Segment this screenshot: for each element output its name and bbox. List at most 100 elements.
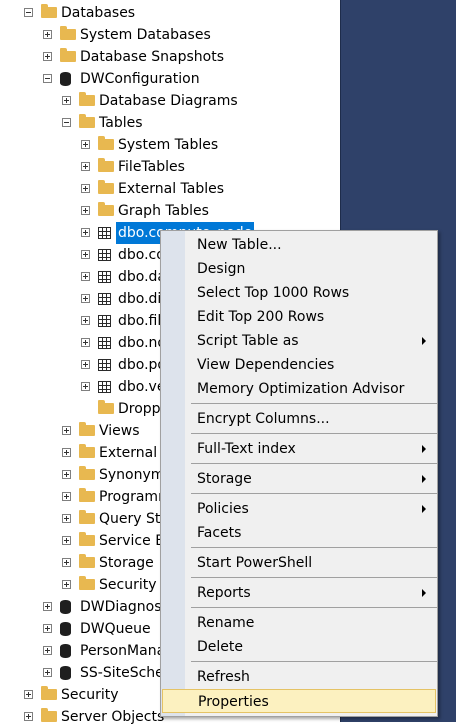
folder-icon [60,48,76,62]
expand-icon[interactable] [81,184,90,193]
tree-node-database-snapshots[interactable]: Database Snapshots [0,46,340,68]
table-icon [98,381,111,393]
tree-node-label: Tables [99,115,143,131]
folder-icon [98,400,114,414]
submenu-arrow-icon [422,445,426,453]
expand-icon[interactable] [81,272,90,281]
tree-node-database-diagrams[interactable]: Database Diagrams [0,90,340,112]
folder-icon [79,576,95,590]
submenu-arrow-icon [422,589,426,597]
menu-item-label: Start PowerShell [197,555,313,571]
tree-node-label: Storage [99,555,154,571]
table-icon [98,315,111,327]
menu-item-label: Facets [197,525,242,541]
expand-icon[interactable] [24,712,33,721]
folder-icon [60,26,76,40]
menu-item-start-powershell[interactable]: Start PowerShell [162,551,436,575]
menu-item-facets[interactable]: Facets [162,521,436,545]
tree-node-label: Synonym [99,467,165,483]
collapse-icon[interactable] [62,118,71,127]
expand-icon[interactable] [81,140,90,149]
menu-item-full-text-index[interactable]: Full-Text index [162,437,436,461]
expand-icon[interactable] [81,382,90,391]
tree-node-filetables[interactable]: FileTables [0,156,340,178]
expand-icon[interactable] [81,360,90,369]
expand-icon[interactable] [81,250,90,259]
collapse-icon[interactable] [24,8,33,17]
tree-node-system-tables[interactable]: System Tables [0,134,340,156]
expand-icon[interactable] [43,668,52,677]
expand-icon[interactable] [62,580,71,589]
expand-icon[interactable] [43,602,52,611]
expand-icon[interactable] [43,624,52,633]
expand-icon[interactable] [62,426,71,435]
tree-node-tables[interactable]: Tables [0,112,340,134]
menu-item-properties[interactable]: Properties [162,689,436,713]
menu-item-label: Policies [197,501,249,517]
database-icon [60,72,71,86]
tree-node-databases[interactable]: Databases [0,2,340,24]
tree-node-label: DWConfiguration [80,71,200,87]
menu-item-select-top-1000-rows[interactable]: Select Top 1000 Rows [162,281,436,305]
tree-node-label: SS-SiteSche [80,665,164,681]
menu-item-script-table-as[interactable]: Script Table as [162,329,436,353]
tree-node-external-tables[interactable]: External Tables [0,178,340,200]
menu-separator [191,547,437,548]
folder-icon [79,114,95,128]
menu-separator [191,403,437,404]
expand-icon[interactable] [62,448,71,457]
menu-item-label: Storage [197,471,252,487]
menu-separator [191,463,437,464]
table-icon [98,293,111,305]
expand-icon[interactable] [62,492,71,501]
expand-icon[interactable] [62,536,71,545]
tree-node-label: Graph Tables [118,203,209,219]
expand-icon[interactable] [43,646,52,655]
collapse-icon[interactable] [43,74,52,83]
menu-item-label: Select Top 1000 Rows [197,285,350,301]
tree-node-label: dbo.di [118,291,162,307]
menu-item-delete[interactable]: Delete [162,635,436,659]
menu-item-memory-optimization-advisor[interactable]: Memory Optimization Advisor [162,377,436,401]
tree-node-label: dbo.no [118,335,166,351]
expand-icon[interactable] [81,316,90,325]
expand-icon[interactable] [81,206,90,215]
menu-item-reports[interactable]: Reports [162,581,436,605]
folder-icon [98,136,114,150]
tree-node-label: dbo.co [118,247,165,263]
tree-node-label: Dropp [118,401,161,417]
expand-icon[interactable] [62,514,71,523]
menu-item-refresh[interactable]: Refresh [162,665,436,689]
expand-icon[interactable] [43,30,52,39]
menu-item-policies[interactable]: Policies [162,497,436,521]
expand-icon[interactable] [24,690,33,699]
menu-item-edit-top-200-rows[interactable]: Edit Top 200 Rows [162,305,436,329]
tree-node-graph-tables[interactable]: Graph Tables [0,200,340,222]
menu-separator [191,493,437,494]
expand-icon[interactable] [81,338,90,347]
tree-node-label: dbo.da [118,269,167,285]
menu-item-new-table[interactable]: New Table... [162,233,436,257]
expand-icon[interactable] [81,228,90,237]
tree-node-system-databases[interactable]: System Databases [0,24,340,46]
expand-icon[interactable] [81,294,90,303]
table-icon [98,359,111,371]
menu-separator [191,433,437,434]
menu-item-design[interactable]: Design [162,257,436,281]
menu-item-rename[interactable]: Rename [162,611,436,635]
menu-item-encrypt-columns[interactable]: Encrypt Columns... [162,407,436,431]
menu-item-storage[interactable]: Storage [162,467,436,491]
tree-node-dwconfiguration[interactable]: DWConfiguration [0,68,340,90]
menu-item-view-dependencies[interactable]: View Dependencies [162,353,436,377]
expand-icon[interactable] [43,52,52,61]
submenu-arrow-icon [422,337,426,345]
expand-icon[interactable] [62,470,71,479]
tree-node-label: Databases [61,5,136,21]
expand-icon[interactable] [81,162,90,171]
menu-item-label: View Dependencies [197,357,335,373]
expand-icon[interactable] [62,558,71,567]
tree-node-label: System Tables [118,137,219,153]
tree-node-label: Query Sto [99,511,169,527]
expand-icon[interactable] [62,96,71,105]
tree-node-label: Security [99,577,157,593]
